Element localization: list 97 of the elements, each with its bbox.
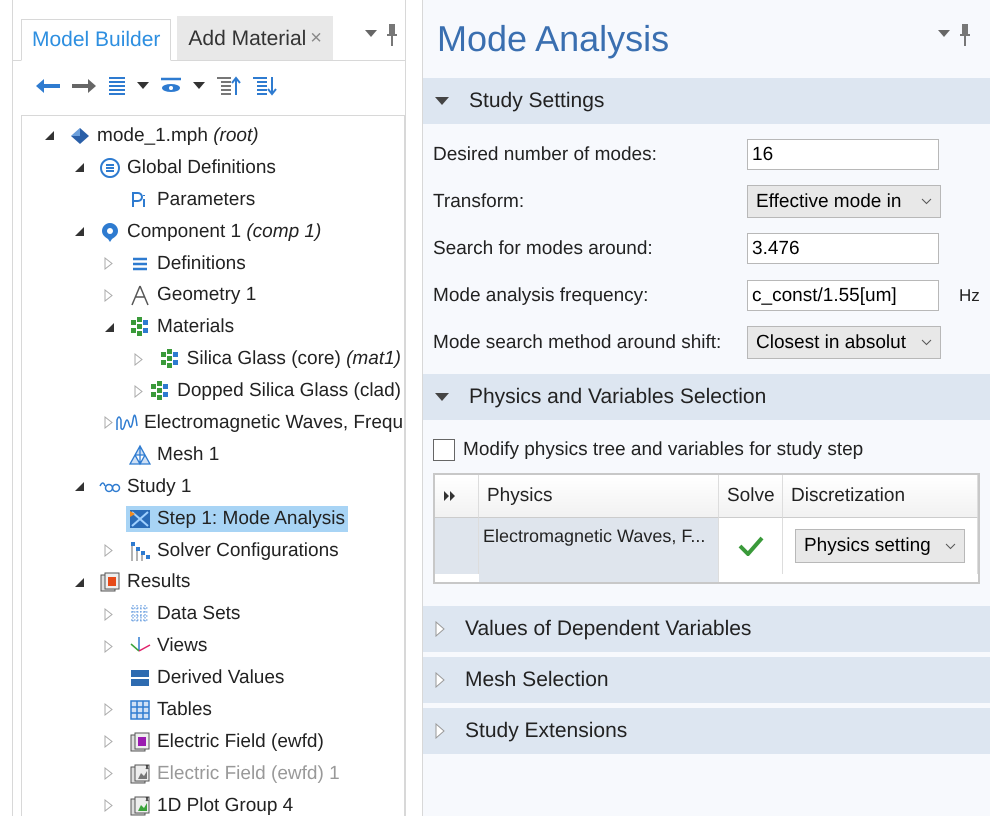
- dropdown[interactable]: Physics setting: [795, 529, 965, 563]
- input-field[interactable]: 16: [747, 139, 939, 170]
- materials-icon: [129, 316, 151, 338]
- collapse-all-button[interactable]: [215, 75, 241, 97]
- section-header[interactable]: Physics and Variables Selection: [423, 374, 990, 420]
- caret-icon: [193, 82, 205, 90]
- back-button[interactable]: [35, 78, 61, 94]
- tree-item[interactable]: Data Sets: [126, 601, 244, 628]
- input-field[interactable]: 3.476: [747, 233, 939, 264]
- collapse-icon: [435, 96, 449, 106]
- tree-item[interactable]: Solver Configurations: [126, 538, 342, 564]
- expand-icon[interactable]: [104, 608, 113, 621]
- tree-item[interactable]: Electric Field (ewfd): [126, 728, 327, 755]
- field-label: Search for modes around:: [433, 238, 654, 260]
- forward-button[interactable]: [71, 78, 97, 94]
- chevron-icon: [945, 542, 956, 550]
- tree-item[interactable]: Component 1 (comp 1): [96, 218, 324, 245]
- expand-icon[interactable]: [104, 703, 113, 716]
- chevron-icon: [921, 198, 932, 205]
- expand-icon[interactable]: [104, 288, 113, 302]
- expand-icon: [435, 672, 445, 688]
- tree-item[interactable]: Electromagnetic Waves, Frequ: [113, 410, 404, 436]
- expand-icon[interactable]: [134, 352, 143, 366]
- expand-icon[interactable]: [104, 544, 113, 558]
- step-icon: [129, 508, 151, 530]
- column-header: Solve: [719, 475, 783, 518]
- tab[interactable]: Add Material ×: [177, 16, 333, 60]
- tree-item[interactable]: mode_1.mph (root): [66, 122, 262, 149]
- dropdown[interactable]: Effective mode in: [747, 185, 941, 218]
- results-icon: [99, 571, 121, 594]
- mesh-icon: [129, 444, 151, 466]
- collapse-icon[interactable]: [44, 130, 55, 142]
- field-label: Mode analysis frequency:: [433, 284, 650, 306]
- unit-label: Hz: [959, 286, 980, 306]
- expand-all-button[interactable]: [251, 75, 277, 97]
- table-cell: Electromagnetic Waves, F...: [479, 518, 719, 582]
- tree-item[interactable]: Dopped Silica Glass (clad): [146, 378, 404, 404]
- tree-item[interactable]: Definitions: [126, 250, 249, 276]
- tree-item[interactable]: Views: [126, 633, 210, 660]
- tree-item[interactable]: 1D Plot Group 4: [126, 792, 296, 816]
- dropdown-button[interactable]: [137, 82, 149, 90]
- panel-title: Mode Analysis: [437, 18, 670, 60]
- caret-icon: [938, 30, 950, 38]
- table-icon: [129, 698, 151, 721]
- collapse-icon: [435, 392, 449, 402]
- solver-icon: [129, 540, 151, 562]
- field-label: Transform:: [433, 190, 526, 212]
- tree-item[interactable]: Silica Glass (core) (mat1): [156, 346, 404, 372]
- tree-item[interactable]: Mesh 1: [126, 442, 222, 468]
- tree-item[interactable]: Parameters: [126, 186, 258, 213]
- field-label: Mode search method around shift:: [433, 332, 722, 354]
- dropdown[interactable]: Closest in absolut: [747, 326, 941, 359]
- compass-icon: [129, 284, 151, 306]
- expand-icon[interactable]: [104, 640, 113, 653]
- caret-icon: [365, 30, 377, 38]
- checkbox[interactable]: Modify physics tree and variables for study step: [423, 425, 990, 473]
- dropdown-button[interactable]: [193, 82, 205, 90]
- tree-item[interactable]: Tables: [126, 696, 215, 723]
- collapse-icon[interactable]: [74, 162, 85, 174]
- expand-icon: [435, 621, 445, 637]
- collapse-icon[interactable]: [74, 576, 85, 588]
- plot-icon: [129, 762, 151, 785]
- pin-icon[interactable]: [960, 22, 970, 46]
- tree-item[interactable]: Geometry 1: [126, 282, 260, 308]
- double-arrow-icon[interactable]: [443, 490, 457, 502]
- section-header[interactable]: Study Settings: [423, 78, 990, 124]
- expand-icon[interactable]: [104, 799, 113, 812]
- field-label: Desired number of modes:: [433, 144, 658, 166]
- tree-item[interactable]: Results: [96, 569, 194, 596]
- expand-icon: [435, 723, 445, 739]
- section-header[interactable]: Study Extensions: [423, 708, 990, 754]
- input-field[interactable]: c_const/1.55[um]: [747, 280, 939, 311]
- expand-icon[interactable]: [134, 384, 143, 398]
- tree-item[interactable]: Global Definitions: [96, 154, 279, 181]
- collapse-icon[interactable]: [74, 481, 85, 492]
- column-header: Discretization: [783, 475, 978, 518]
- column-header: Physics: [479, 475, 719, 518]
- tree-item[interactable]: Derived Values: [126, 665, 288, 692]
- chevron-icon: [921, 339, 932, 346]
- tree-item[interactable]: Step 1: Mode Analysis: [126, 506, 348, 532]
- expand-icon[interactable]: [104, 735, 113, 748]
- list-button[interactable]: [107, 75, 127, 97]
- collapse-icon[interactable]: [74, 226, 85, 238]
- tree-item[interactable]: Materials: [126, 314, 238, 340]
- collapse-icon[interactable]: [104, 322, 115, 333]
- tree-item[interactable]: Study 1: [96, 474, 194, 500]
- list-circle-icon: [99, 156, 121, 179]
- section-header[interactable]: Values of Dependent Variables: [423, 606, 990, 652]
- pin-icon[interactable]: [387, 22, 397, 46]
- materials-icon: [158, 348, 181, 370]
- component-icon: [99, 220, 121, 243]
- plot-icon: [129, 730, 151, 753]
- expand-icon[interactable]: [104, 257, 113, 270]
- expand-icon[interactable]: [104, 416, 113, 430]
- plot-icon: [129, 794, 151, 816]
- section-header[interactable]: Mesh Selection: [423, 657, 990, 703]
- caret-icon: [137, 82, 149, 90]
